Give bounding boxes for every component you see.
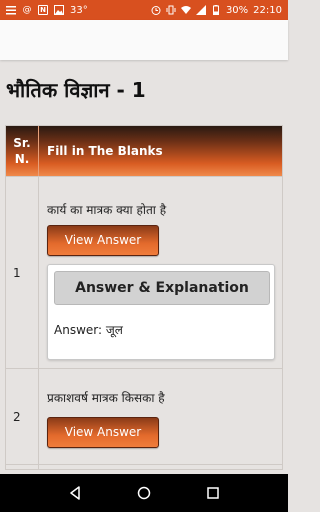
table-row: 2 प्रकाशवर्ष मात्रक किसका है View Answer — [6, 368, 282, 464]
signal-icon — [195, 5, 206, 15]
list-icon — [6, 5, 16, 15]
recents-icon[interactable] — [206, 486, 220, 500]
header-sr-line1: Sr. — [13, 136, 31, 150]
table-row — [6, 464, 282, 469]
battery-text: 30% — [225, 4, 249, 16]
alarm-icon — [151, 5, 161, 15]
image-icon — [54, 5, 64, 15]
table-row: 1 कार्य का मात्रक क्या होता है View Answ… — [6, 176, 282, 368]
table-header: Sr. N. Fill in The Blanks — [6, 126, 282, 176]
row-sr-empty — [6, 465, 39, 469]
header-sr: Sr. N. — [6, 126, 39, 176]
view-answer-button[interactable]: View Answer — [47, 225, 159, 256]
answer-text: Answer: जूल — [54, 323, 123, 337]
back-icon[interactable] — [68, 486, 82, 500]
navigation-bar — [0, 474, 288, 512]
answer-explanation-button[interactable]: Answer & Explanation — [54, 271, 270, 305]
question-text: कार्य का मात्रक क्या होता है — [47, 203, 167, 217]
questions-table: Sr. N. Fill in The Blanks 1 कार्य का मात… — [5, 125, 283, 470]
page-title: भौतिक विज्ञान - 1 — [6, 78, 146, 102]
battery-icon — [211, 5, 221, 15]
home-icon[interactable] — [137, 486, 151, 500]
header-question: Fill in The Blanks — [47, 144, 163, 158]
app-bar — [0, 20, 288, 60]
n-icon: N — [38, 5, 48, 15]
vibrate-icon — [166, 5, 176, 15]
header-sr-line2: N. — [14, 152, 30, 166]
view-answer-button[interactable]: View Answer — [47, 417, 159, 448]
time-text: 22:10 — [253, 4, 282, 16]
row-sr: 1 — [6, 177, 39, 368]
status-bar: @ N 33° 30% 22:10 — [0, 0, 288, 20]
temperature-text: 33° — [70, 4, 88, 16]
question-text: प्रकाशवर्ष मात्रक किसका है — [47, 391, 165, 405]
explanation-panel: Answer & Explanation Answer: जूल — [47, 264, 275, 360]
wifi-icon — [180, 5, 191, 15]
row-question-cell: कार्य का मात्रक क्या होता है View Answer… — [39, 177, 282, 368]
at-icon: @ — [22, 5, 32, 15]
row-question-cell-empty — [39, 465, 282, 469]
row-sr: 2 — [6, 369, 39, 464]
row-question-cell: प्रकाशवर्ष मात्रक किसका है View Answer — [39, 369, 282, 464]
